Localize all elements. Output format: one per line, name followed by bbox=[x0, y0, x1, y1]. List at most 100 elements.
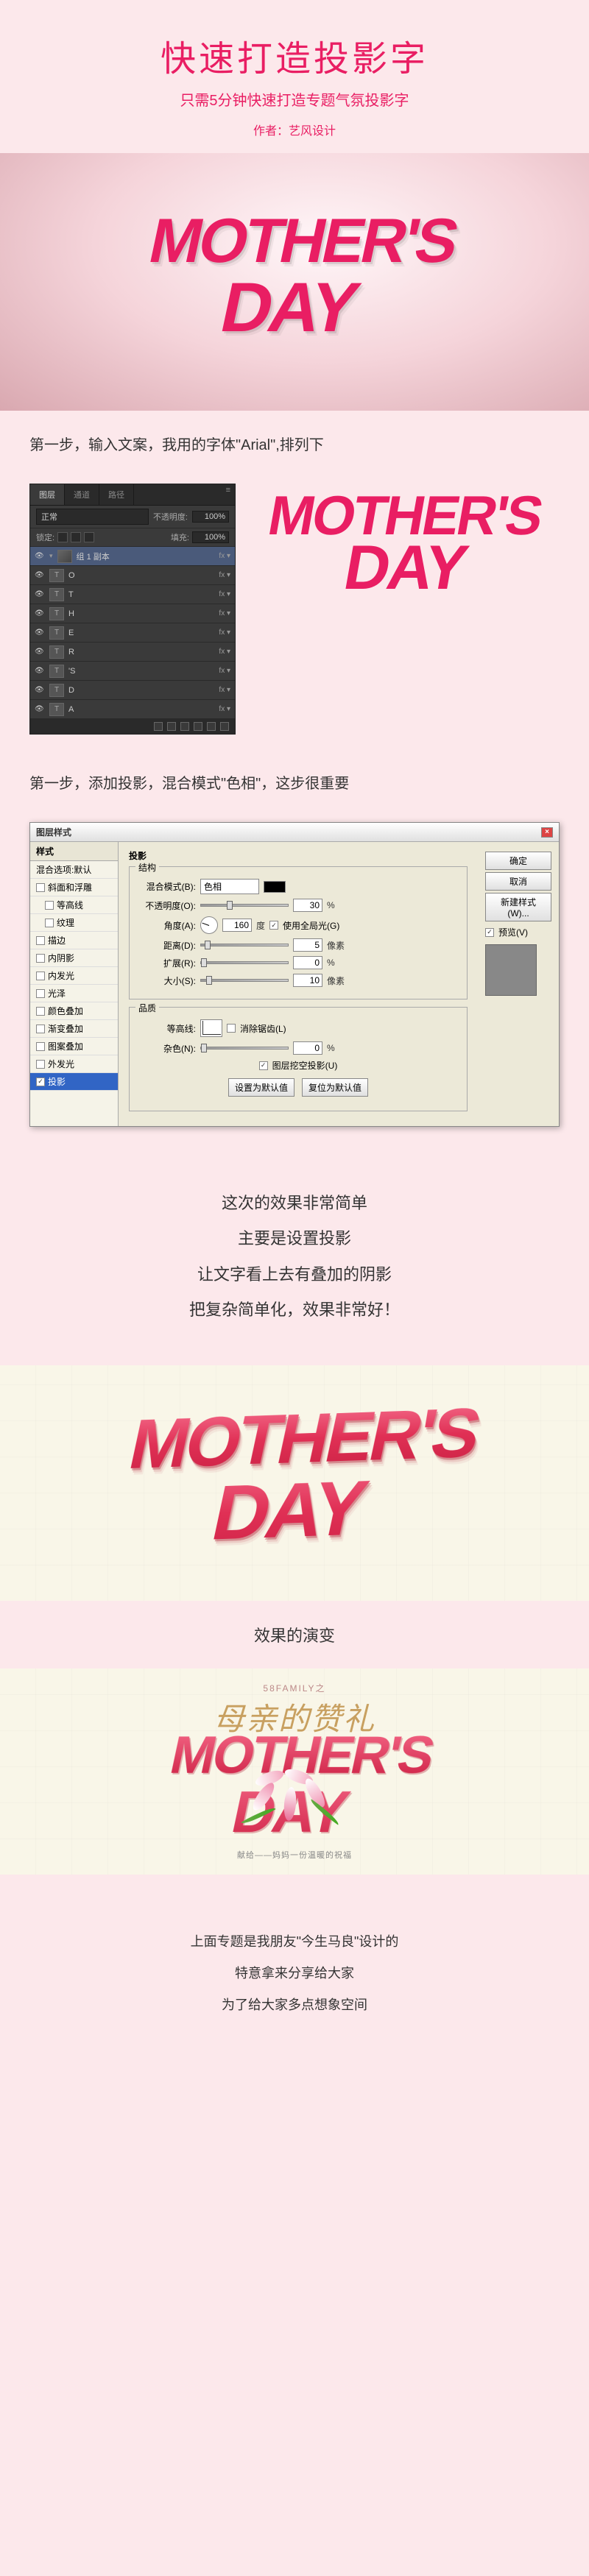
checkbox-icon[interactable] bbox=[36, 936, 45, 945]
lock-position-icon[interactable] bbox=[71, 532, 81, 542]
style-gradient-overlay[interactable]: 渐变叠加 bbox=[30, 1020, 118, 1038]
style-satin[interactable]: 光泽 bbox=[30, 985, 118, 1002]
visibility-icon[interactable] bbox=[35, 666, 45, 676]
antialias-checkbox[interactable] bbox=[227, 1024, 236, 1033]
blend-mode-select[interactable]: 色相 bbox=[200, 879, 259, 894]
dialog-titlebar[interactable]: 图层样式 × bbox=[30, 823, 559, 842]
spread-slider[interactable] bbox=[200, 961, 289, 964]
checkbox-icon[interactable] bbox=[36, 1025, 45, 1033]
lock-pixels-icon[interactable] bbox=[57, 532, 68, 542]
mask-icon[interactable] bbox=[180, 722, 189, 731]
layer-fx-badge[interactable]: fx ▾ bbox=[219, 590, 230, 598]
blend-options-row[interactable]: 混合选项:默认 bbox=[30, 861, 118, 879]
layer-item[interactable]: TDfx ▾ bbox=[30, 681, 235, 700]
checkbox-icon[interactable] bbox=[36, 883, 45, 892]
visibility-icon[interactable] bbox=[35, 628, 45, 638]
global-light-checkbox[interactable]: ✓ bbox=[269, 921, 278, 930]
layer-fx-badge[interactable]: fx ▾ bbox=[219, 609, 230, 618]
style-pattern-overlay[interactable]: 图案叠加 bbox=[30, 1038, 118, 1055]
visibility-icon[interactable] bbox=[35, 590, 45, 600]
style-outer-glow[interactable]: 外发光 bbox=[30, 1055, 118, 1073]
spread-input[interactable]: 0 bbox=[293, 956, 322, 969]
angle-label: 角度(A): bbox=[137, 919, 196, 932]
checkbox-icon[interactable] bbox=[45, 901, 54, 910]
opacity-input[interactable]: 30 bbox=[293, 899, 322, 912]
layer-group[interactable]: ▾ 组 1 副本 fx ▾ bbox=[30, 547, 235, 566]
blend-mode-select[interactable]: 正常 bbox=[36, 509, 149, 525]
layer-item[interactable]: TRfx ▾ bbox=[30, 643, 235, 662]
new-group-icon[interactable] bbox=[194, 722, 202, 731]
new-style-button[interactable]: 新建样式(W)... bbox=[485, 893, 551, 921]
angle-dial[interactable] bbox=[200, 916, 218, 934]
color-swatch[interactable] bbox=[264, 881, 286, 893]
visibility-icon[interactable] bbox=[35, 570, 45, 581]
visibility-icon[interactable] bbox=[35, 704, 45, 715]
checkbox-icon[interactable] bbox=[36, 989, 45, 998]
layer-fx-badge[interactable]: fx ▾ bbox=[219, 705, 230, 713]
opacity-value[interactable]: 100% bbox=[192, 511, 229, 523]
opacity-slider[interactable] bbox=[200, 904, 289, 907]
checkbox-icon[interactable] bbox=[36, 954, 45, 963]
style-drop-shadow[interactable]: ✓投影 bbox=[30, 1073, 118, 1091]
checkbox-icon[interactable] bbox=[36, 1060, 45, 1069]
noise-input[interactable]: 0 bbox=[293, 1041, 322, 1055]
link-layers-icon[interactable] bbox=[154, 722, 163, 731]
layer-item[interactable]: TAfx ▾ bbox=[30, 700, 235, 719]
layer-item[interactable]: TTfx ▾ bbox=[30, 585, 235, 604]
layer-fx-badge[interactable]: fx ▾ bbox=[219, 686, 230, 694]
layer-item[interactable]: THfx ▾ bbox=[30, 604, 235, 623]
layer-fx-badge[interactable]: fx ▾ bbox=[219, 648, 230, 656]
tab-channels[interactable]: 通道 bbox=[65, 484, 99, 505]
fx-icon[interactable] bbox=[167, 722, 176, 731]
distance-slider[interactable] bbox=[200, 944, 289, 946]
style-contour[interactable]: 等高线 bbox=[30, 896, 118, 914]
size-slider[interactable] bbox=[200, 979, 289, 982]
layer-item[interactable]: T'Sfx ▾ bbox=[30, 662, 235, 681]
distance-input[interactable]: 5 bbox=[293, 938, 322, 952]
set-default-button[interactable]: 设置为默认值 bbox=[228, 1078, 294, 1097]
checkbox-icon[interactable] bbox=[45, 919, 54, 927]
contour-label: 等高线: bbox=[137, 1022, 196, 1035]
layer-item[interactable]: TOfx ▾ bbox=[30, 566, 235, 585]
style-inner-glow[interactable]: 内发光 bbox=[30, 967, 118, 985]
knockout-checkbox[interactable]: ✓ bbox=[259, 1061, 268, 1070]
checkbox-icon[interactable]: ✓ bbox=[36, 1078, 45, 1086]
angle-input[interactable]: 160 bbox=[222, 919, 252, 932]
style-color-overlay[interactable]: 颜色叠加 bbox=[30, 1002, 118, 1020]
fill-value[interactable]: 100% bbox=[192, 531, 229, 543]
preview-checkbox[interactable]: ✓ bbox=[485, 928, 494, 937]
checkbox-icon[interactable] bbox=[36, 1042, 45, 1051]
style-bevel[interactable]: 斜面和浮雕 bbox=[30, 879, 118, 896]
contour-picker[interactable] bbox=[200, 1019, 222, 1037]
panel-menu-icon[interactable]: ≡ bbox=[222, 484, 235, 505]
quality-legend: 品质 bbox=[135, 1002, 159, 1014]
reset-default-button[interactable]: 复位为默认值 bbox=[302, 1078, 368, 1097]
visibility-icon[interactable] bbox=[35, 647, 45, 657]
layer-name: A bbox=[68, 705, 74, 714]
layer-fx-badge[interactable]: fx ▾ bbox=[219, 571, 230, 579]
noise-slider[interactable] bbox=[200, 1047, 289, 1050]
cancel-button[interactable]: 取消 bbox=[485, 872, 551, 891]
layer-fx-badge[interactable]: fx ▾ bbox=[219, 552, 230, 560]
ok-button[interactable]: 确定 bbox=[485, 852, 551, 870]
close-icon[interactable]: × bbox=[541, 827, 553, 838]
checkbox-icon[interactable] bbox=[36, 972, 45, 980]
style-texture[interactable]: 纹理 bbox=[30, 914, 118, 932]
style-stroke[interactable]: 描边 bbox=[30, 932, 118, 949]
layer-item[interactable]: TEfx ▾ bbox=[30, 623, 235, 643]
trash-icon[interactable] bbox=[220, 722, 229, 731]
layer-fx-badge[interactable]: fx ▾ bbox=[219, 667, 230, 675]
new-layer-icon[interactable] bbox=[207, 722, 216, 731]
tab-layers[interactable]: 图层 bbox=[30, 484, 65, 505]
layer-fx-badge[interactable]: fx ▾ bbox=[219, 629, 230, 637]
visibility-icon[interactable] bbox=[35, 551, 45, 562]
style-inner-shadow[interactable]: 内阴影 bbox=[30, 949, 118, 967]
expand-icon[interactable]: ▾ bbox=[49, 552, 53, 560]
lock-all-icon[interactable] bbox=[84, 532, 94, 542]
visibility-icon[interactable] bbox=[35, 685, 45, 696]
checkbox-icon[interactable] bbox=[36, 1007, 45, 1016]
size-input[interactable]: 10 bbox=[293, 974, 322, 987]
layers-panel[interactable]: 图层 通道 路径 ≡ 正常 不透明度: 100% 锁定: 填充: 100% ▾ … bbox=[29, 484, 236, 735]
visibility-icon[interactable] bbox=[35, 609, 45, 619]
tab-paths[interactable]: 路径 bbox=[99, 484, 134, 505]
